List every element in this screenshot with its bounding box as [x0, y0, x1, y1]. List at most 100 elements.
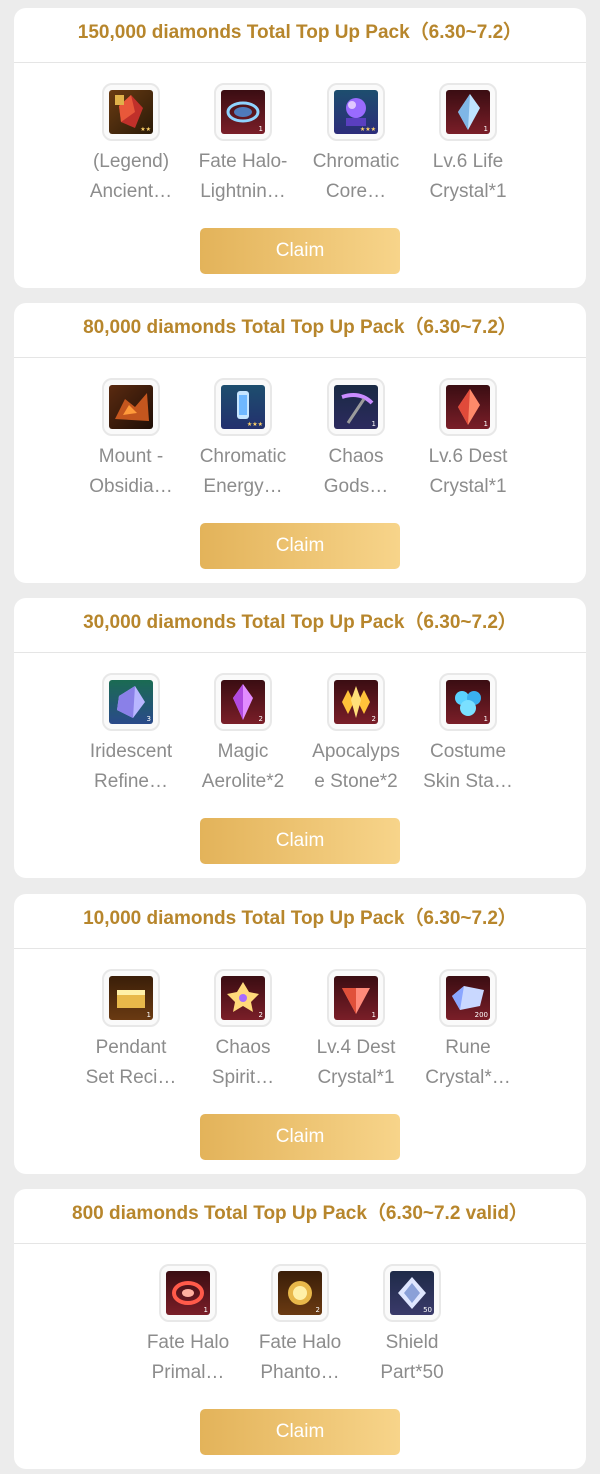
magic-aerolite-icon: 2 [221, 680, 265, 724]
item-quantity: 1 [146, 1011, 151, 1019]
shield-part-icon: 50 [390, 1271, 434, 1315]
reward-items: 1 Pendant Set Reci… 2 Chaos Spirit… 1 Lv… [14, 949, 586, 1109]
iridescent-stone-icon: 3 [109, 680, 153, 724]
reward-items: Mount - Obsidia… ★★★ Chromatic Energy… 1… [14, 358, 586, 518]
item-name-line2: Skin Sta… [423, 771, 513, 792]
item-quantity: 1 [371, 1011, 376, 1019]
primal-halo-icon: 1 [166, 1271, 210, 1315]
item-name-line2: Spirit… [211, 1067, 275, 1088]
item-stars: ★★ [140, 126, 151, 133]
item-icon-frame: 200 [439, 969, 497, 1027]
item-icon-frame: 1 [327, 969, 385, 1027]
claim-button[interactable]: Claim [200, 818, 400, 864]
recipe-scroll-icon: 1 [109, 976, 153, 1020]
claim-button[interactable]: Claim [200, 1114, 400, 1160]
phantom-halo-icon: 2 [278, 1271, 322, 1315]
item-name-line1: Apocalyps [312, 741, 400, 762]
life-crystal-icon: 1 [446, 90, 490, 134]
reward-items: ★★ (Legend) Ancient… 1 Fate Halo- Lightn… [14, 63, 586, 223]
claim-button[interactable]: Claim [200, 228, 400, 274]
item-name-line2: Obsidia… [89, 476, 173, 497]
reward-item[interactable]: 3 Iridescent Refine… [76, 673, 186, 797]
item-icon-frame: 1 [214, 83, 272, 141]
pack-card: 800 diamonds Total Top Up Pack（6.30~7.2 … [14, 1189, 586, 1469]
item-name-line1: Chromatic [199, 446, 287, 467]
reward-item[interactable]: Mount - Obsidia… [76, 378, 186, 502]
reward-item[interactable]: ★★★ Chromatic Core… [301, 83, 411, 207]
item-name-line2: Phanto… [260, 1362, 340, 1383]
item-icon-frame: 3 [102, 673, 160, 731]
reward-item[interactable]: ★★ (Legend) Ancient… [76, 83, 186, 207]
item-icon-frame: 2 [214, 969, 272, 1027]
item-name-line2: Core… [325, 181, 387, 202]
reward-item[interactable]: ★★★ Chromatic Energy… [188, 378, 298, 502]
reward-item[interactable]: 1 Lv.4 Dest Crystal*1 [301, 969, 411, 1093]
legend-crystal-icon: ★★ [109, 90, 153, 134]
item-icon-frame: ★★ [102, 83, 160, 141]
reward-item[interactable]: 1 Chaos Gods… [301, 378, 411, 502]
reward-item[interactable]: 1 Fate Halo Primal… [133, 1264, 243, 1388]
item-name-line1: Costume [429, 741, 507, 762]
reward-item[interactable]: 1 Pendant Set Reci… [76, 969, 186, 1093]
item-name-line1: Rune [445, 1037, 491, 1058]
item-name-line2: Lightnin… [200, 181, 286, 202]
item-icon-frame: 2 [271, 1264, 329, 1322]
item-name-line2: Crystal*1 [429, 476, 507, 497]
reward-item[interactable]: 2 Magic Aerolite*2 [188, 673, 298, 797]
item-name-line2: Crystal*1 [317, 1067, 395, 1088]
chromatic-core-icon: ★★★ [334, 90, 378, 134]
item-name-line1: Shield [385, 1332, 439, 1353]
reward-items: 1 Fate Halo Primal… 2 Fate Halo Phanto… … [14, 1244, 586, 1404]
item-name-line1: Mount - [98, 446, 164, 467]
pack-card: 80,000 diamonds Total Top Up Pack（6.30~7… [14, 303, 586, 583]
item-name-line2: Primal… [151, 1362, 225, 1383]
item-name-line2: Set Reci… [85, 1067, 177, 1088]
item-icon-frame: ★★★ [327, 83, 385, 141]
item-name-line2: Crystal*… [425, 1067, 511, 1088]
item-name-line2: Gods… [323, 476, 389, 497]
item-quantity: 1 [483, 715, 488, 723]
chaos-scythe-icon: 1 [334, 385, 378, 429]
dest-crystal-lv4-icon: 1 [334, 976, 378, 1020]
pack-title: 800 diamonds Total Top Up Pack（6.30~7.2 … [14, 1189, 586, 1244]
item-icon-frame: 1 [327, 378, 385, 436]
reward-item[interactable]: 200 Rune Crystal*… [413, 969, 523, 1093]
claim-button[interactable]: Claim [200, 523, 400, 569]
item-stars: ★★★ [246, 421, 263, 428]
reward-item[interactable]: 1 Costume Skin Sta… [413, 673, 523, 797]
reward-item[interactable]: 2 Chaos Spirit… [188, 969, 298, 1093]
pack-card: 10,000 diamonds Total Top Up Pack（6.30~7… [14, 894, 586, 1174]
reward-item[interactable]: 2 Fate Halo Phanto… [245, 1264, 355, 1388]
item-icon-frame: 2 [327, 673, 385, 731]
item-name-line1: Chaos [328, 446, 384, 467]
item-quantity: 50 [423, 1306, 432, 1314]
item-name-line2: Crystal*1 [429, 181, 507, 202]
item-name-line2: Energy… [203, 476, 283, 497]
reward-items: 3 Iridescent Refine… 2 Magic Aerolite*2 … [14, 653, 586, 813]
reward-item[interactable]: 50 Shield Part*50 [357, 1264, 467, 1388]
item-icon-frame [102, 378, 160, 436]
costume-skin-stone-icon: 1 [446, 680, 490, 724]
item-name-line1: Lv.6 Dest [428, 446, 508, 467]
item-name-line1: Fate Halo [258, 1332, 342, 1353]
item-quantity: 2 [258, 715, 263, 723]
reward-item[interactable]: 1 Lv.6 Dest Crystal*1 [413, 378, 523, 502]
reward-item[interactable]: 2 Apocalyps e Stone*2 [301, 673, 411, 797]
item-quantity: 1 [371, 420, 376, 428]
item-name-line1: Chaos [215, 1037, 271, 1058]
item-quantity: 1 [258, 125, 263, 133]
reward-item[interactable]: 1 Fate Halo- Lightnin… [188, 83, 298, 207]
claim-button[interactable]: Claim [200, 1409, 400, 1455]
item-name-line2: e Stone*2 [314, 771, 398, 792]
item-name-line1: Chromatic [312, 151, 400, 172]
reward-item[interactable]: 1 Lv.6 Life Crystal*1 [413, 83, 523, 207]
item-icon-frame: 1 [159, 1264, 217, 1322]
item-icon-frame: 50 [383, 1264, 441, 1322]
chaos-spirit-icon: 2 [221, 976, 265, 1020]
dest-crystal-icon: 1 [446, 385, 490, 429]
item-name-line1: Fate Halo [146, 1332, 230, 1353]
item-icon-frame: 1 [439, 83, 497, 141]
pack-title: 150,000 diamonds Total Top Up Pack（6.30~… [14, 8, 586, 63]
item-name-line1: Lv.4 Dest [316, 1037, 396, 1058]
item-icon-frame: 1 [102, 969, 160, 1027]
